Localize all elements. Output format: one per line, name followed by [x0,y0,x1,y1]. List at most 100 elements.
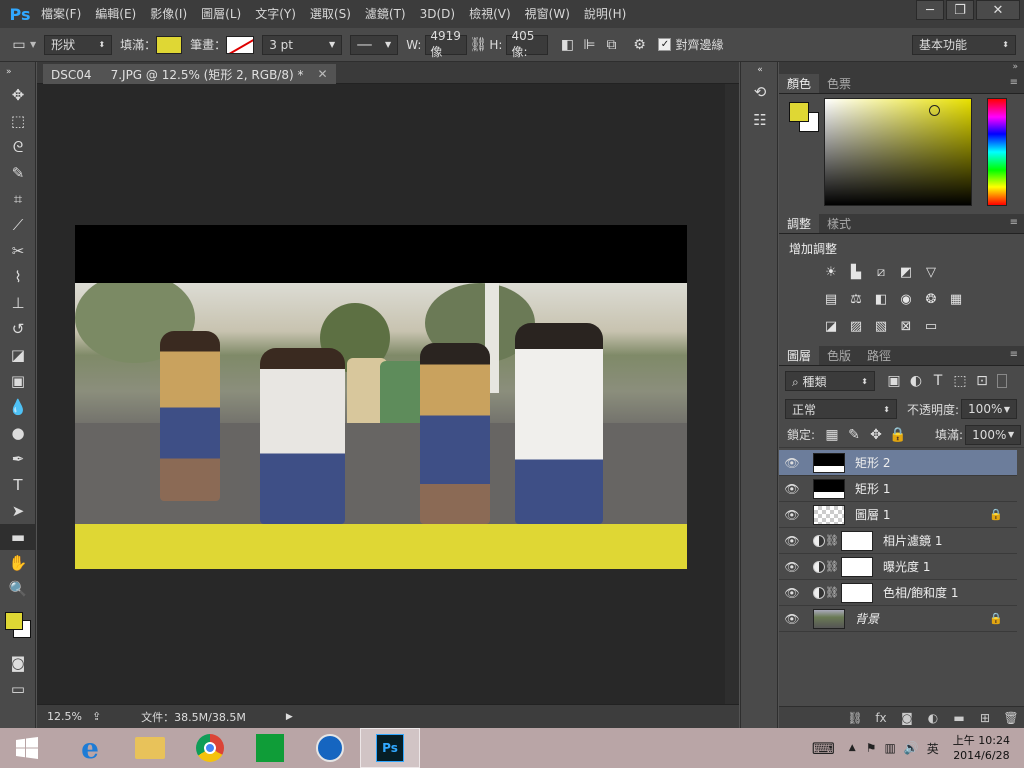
menu-file[interactable]: 檔案(F) [34,0,88,28]
layer-row[interactable]: 👁 背景 🔒 [779,606,1017,632]
foreground-color-swatch[interactable] [5,612,23,630]
gradient-tool-icon[interactable]: ▣ [0,368,36,394]
layer-row[interactable]: 👁 圖層 1 🔒 [779,502,1017,528]
gradient-map-icon[interactable]: ▭ [919,314,943,338]
taskbar-chrome[interactable] [180,728,240,768]
layer-row[interactable]: 👁 ⛓ 相片濾鏡 1 [779,528,1017,554]
history-brush-icon[interactable]: ↺ [0,316,36,342]
tab-layers[interactable]: 圖層 [779,346,820,365]
channel-mixer-icon[interactable]: ❂ [919,287,943,311]
properties-panel-icon[interactable]: ☷ [741,106,779,134]
trash-icon[interactable]: 🗑 [998,711,1024,725]
blur-tool-icon[interactable]: 💧 [0,394,36,420]
clock[interactable]: 上午 10:24 2014/6/28 [953,733,1010,763]
collapse-icon[interactable]: » [0,62,36,82]
new-layer-icon[interactable]: ⊞ [972,711,998,725]
lock-position-icon[interactable]: ✥ [865,424,887,446]
menu-filter[interactable]: 濾鏡(T) [358,0,413,28]
hue-saturation-icon[interactable]: ▤ [819,287,843,311]
zoom-level[interactable]: 12.5% [47,710,82,723]
type-tool-icon[interactable]: T [0,472,36,498]
close-button[interactable]: ✕ [976,0,1020,20]
healing-brush-icon[interactable]: ✂ [0,238,36,264]
network-icon[interactable]: ▥ [884,741,895,755]
layer-row[interactable]: 👁 矩形 1 [779,476,1017,502]
black-white-icon[interactable]: ◧ [869,287,893,311]
panel-menu-icon[interactable]: ≡ [1010,349,1018,360]
taskbar-ie-alt[interactable] [300,728,360,768]
taskbar-photoshop[interactable]: Ps [360,728,420,768]
hue-slider[interactable] [987,98,1007,206]
tab-styles[interactable]: 樣式 [819,214,859,233]
panel-menu-icon[interactable]: ≡ [1010,77,1018,88]
path-alignment-icon[interactable]: ⊫ [578,34,600,56]
path-operations-icon[interactable]: ◧ [556,34,578,56]
filter-toggle-switch[interactable] [997,374,1007,388]
new-adjustment-icon[interactable]: ◐ [920,711,946,725]
clone-stamp-icon[interactable]: ⊥ [0,290,36,316]
tool-preset-picker[interactable]: ▭ ▼ [8,34,36,56]
width-field[interactable]: 4919 像 [425,29,468,59]
path-select-tool-icon[interactable]: ➤ [0,498,36,524]
collapse-icon[interactable]: « [741,62,779,78]
menu-view[interactable]: 檢視(V) [462,0,518,28]
show-hidden-icons[interactable]: ▲ [849,743,856,753]
visibility-eye-icon[interactable]: 👁 [779,612,805,626]
brightness-icon[interactable]: ☀ [819,260,843,284]
keyboard-icon[interactable]: ⌨ [812,739,835,758]
volume-icon[interactable]: 🔊 [904,741,919,755]
pixel-filter-icon[interactable]: ▣ [883,370,905,392]
gear-icon[interactable]: ⚙ [628,34,650,56]
color-picker-field[interactable] [824,98,972,206]
new-group-icon[interactable]: ▬ [946,711,972,725]
pen-tool-icon[interactable]: ✒ [0,446,36,472]
screen-mode-icon[interactable]: ▭ [0,676,36,702]
marquee-tool-icon[interactable]: ⬚ [0,108,36,134]
ime-indicator[interactable]: 英 [927,740,939,757]
menu-edit[interactable]: 編輯(E) [88,0,143,28]
visibility-eye-icon[interactable]: 👁 [779,508,805,522]
tab-adjustments[interactable]: 調整 [779,214,820,233]
fill-swatch[interactable] [156,35,183,54]
lock-pixels-icon[interactable]: ✎ [843,424,865,446]
crop-tool-icon[interactable]: ⌗ [0,186,36,212]
color-lookup-icon[interactable]: ▦ [944,287,968,311]
path-arrangement-icon[interactable]: ⧉ [600,34,622,56]
dodge-tool-icon[interactable]: ● [0,420,36,446]
document-tab[interactable]: DSC04 7.JPG @ 12.5% (矩形 2, RGB/8) * ✕ [43,64,336,84]
lock-transparency-icon[interactable]: ▦ [821,424,843,446]
flag-icon[interactable]: ⚑ [866,741,877,755]
start-button[interactable] [0,728,54,768]
posterize-icon[interactable]: ▨ [844,314,868,338]
zoom-tool-icon[interactable]: 🔍 [0,576,36,602]
shape-filter-icon[interactable]: ⬚ [949,370,971,392]
eyedropper-tool-icon[interactable]: ⟋ [0,212,36,238]
taskbar-ie[interactable]: e [60,728,120,768]
add-mask-icon[interactable]: ◙ [894,711,920,725]
menu-layer[interactable]: 圖層(L) [194,0,248,28]
fx-icon[interactable]: fx [868,711,894,725]
minimize-button[interactable]: ─ [916,0,944,20]
fill-field[interactable]: 100% ▼ [965,424,1022,445]
threshold-icon[interactable]: ▧ [869,314,893,338]
tab-paths[interactable]: 路徑 [859,346,899,365]
brush-tool-icon[interactable]: ⌇ [0,264,36,290]
tab-channels[interactable]: 色版 [819,346,859,365]
exposure-icon[interactable]: ◩ [894,260,918,284]
layer-row[interactable]: 👁 ⛓ 色相/飽和度 1 [779,580,1017,606]
link-icon[interactable]: ⛓ [467,34,489,56]
visibility-eye-icon[interactable]: 👁 [779,456,805,470]
eraser-tool-icon[interactable]: ◪ [0,342,36,368]
quick-mask-icon[interactable]: ◙ [0,650,36,676]
visibility-eye-icon[interactable]: 👁 [779,586,805,600]
menu-help[interactable]: 說明(H) [577,0,633,28]
levels-icon[interactable]: ▙ [844,260,868,284]
color-balance-icon[interactable]: ⚖ [844,287,868,311]
filter-kind-dropdown[interactable]: ⌕ 種類 ⬍ [785,371,875,391]
curves-icon[interactable]: ⧄ [869,260,893,284]
align-edges-checkbox[interactable]: ✓ 對齊邊緣 [658,36,724,53]
move-tool-icon[interactable]: ✥ [0,82,36,108]
visibility-eye-icon[interactable]: 👁 [779,534,805,548]
history-panel-icon[interactable]: ⟲ [741,78,779,106]
menu-image[interactable]: 影像(I) [143,0,194,28]
